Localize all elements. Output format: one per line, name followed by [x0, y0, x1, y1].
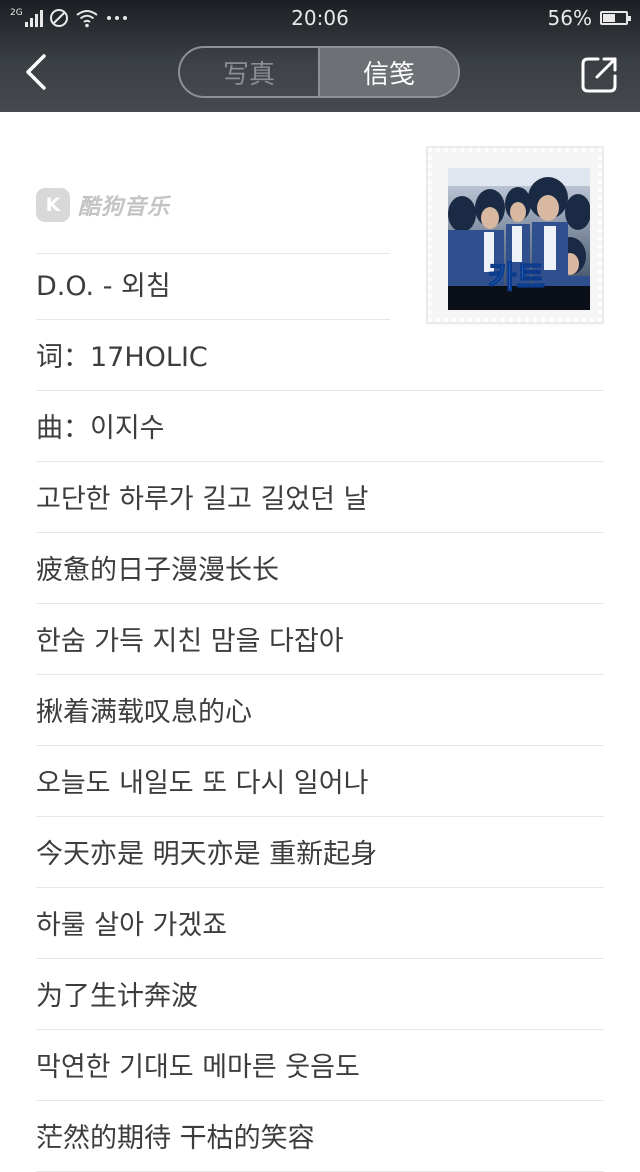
clock: 20:06 [291, 6, 349, 30]
tab-letter[interactable]: 信笺 [318, 48, 458, 96]
status-icons-right: 56% [547, 6, 631, 30]
lyric-line: 揪着满载叹息的心 [36, 697, 252, 728]
lyric-line: 고단한 하루가 길고 길었던 날 [36, 484, 369, 515]
divider [36, 603, 604, 604]
lyric-line: 막연한 기대도 메마른 웃음도 [36, 1052, 360, 1083]
status-bar: 2G 20:06 56% [0, 0, 640, 36]
brand-name: 酷狗音乐 [78, 195, 171, 220]
divider [36, 674, 604, 675]
divider [36, 1100, 604, 1101]
divider [36, 532, 604, 533]
chevron-left-icon [26, 54, 46, 90]
lyric-line: 한숨 가득 지친 맘을 다잡아 [36, 626, 344, 657]
divider [36, 319, 390, 320]
kugou-logo-icon: K [36, 188, 70, 222]
top-navigation-bar: 2G 20:06 56% 写真 信笺 [0, 0, 640, 112]
battery-level-fill [603, 14, 616, 22]
back-button[interactable] [18, 50, 58, 94]
lyric-line: 为了生计奔波 [36, 981, 198, 1012]
lyric-line: 词：17HOLIC [36, 342, 208, 373]
divider [36, 390, 604, 391]
tab-photos[interactable]: 写真 [180, 48, 318, 96]
album-cover-image: 카트 [448, 168, 590, 310]
lyric-line: 曲：이지수 [36, 413, 165, 444]
lyric-line: 오늘도 내일도 또 다시 일어나 [36, 768, 369, 799]
share-icon [581, 57, 617, 93]
lyric-line: 하룰 살아 가겠죠 [36, 910, 228, 941]
album-cover-title: 카트 [488, 260, 545, 296]
lyric-line: 今天亦是 明天亦是 重新起身 [36, 839, 378, 870]
lyric-line: 疲惫的日子漫漫长长 [36, 555, 279, 586]
divider [36, 816, 604, 817]
divider [36, 958, 604, 959]
album-cover-stamp[interactable]: 카트 [428, 148, 602, 322]
share-button[interactable] [578, 52, 622, 96]
battery-icon [600, 11, 631, 25]
lyric-line: 茫然的期待 干枯的笑容 [36, 1123, 315, 1154]
song-title: D.O. - 외침 [36, 271, 171, 302]
divider [36, 745, 604, 746]
tab-switcher: 写真 信笺 [178, 46, 460, 98]
divider [36, 887, 604, 888]
divider [36, 253, 390, 254]
battery-percent: 56% [547, 6, 592, 30]
divider [36, 461, 604, 462]
divider [36, 1029, 604, 1030]
brand-logo: K 酷狗音乐 [36, 188, 170, 222]
